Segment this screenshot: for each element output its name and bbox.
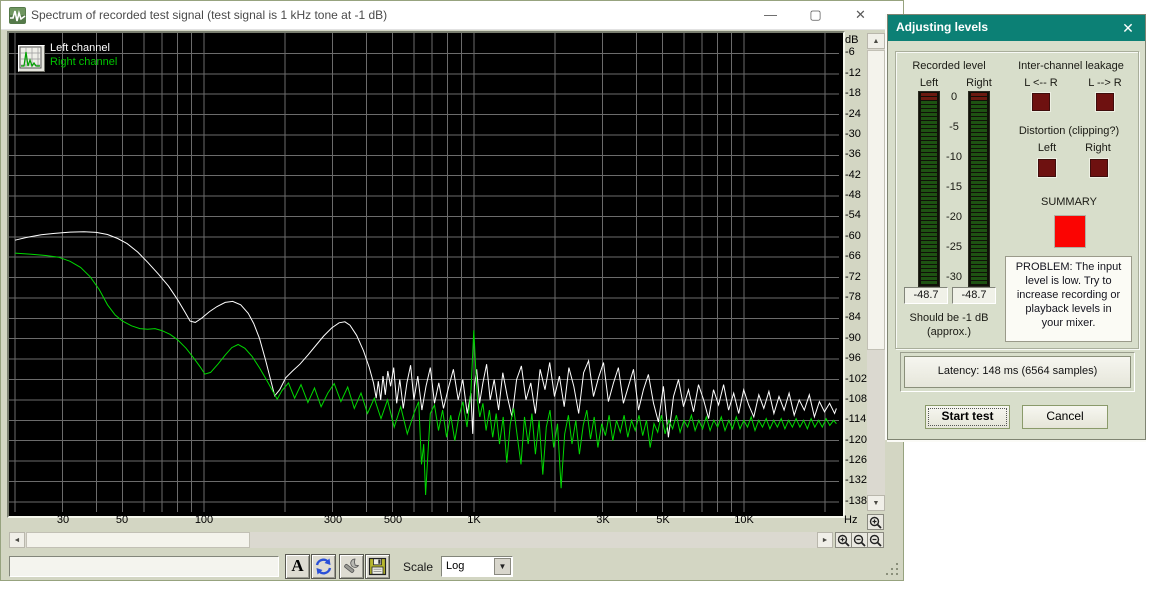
leakage-lr-label: L <-- R [1024,77,1058,89]
resize-grip[interactable] [886,563,900,577]
zoom-out-vertical-button[interactable] [867,532,884,548]
dialog-title: Adjusting levels [896,20,989,34]
scroll-down-button[interactable]: ▼ [867,495,885,511]
minimize-button[interactable]: — [748,1,793,29]
meter-scale: 0 -5 -10 -15 -20 -25 -30 [946,91,962,283]
titlebar[interactable]: Spectrum of recorded test signal (test s… [1,1,903,30]
start-test-button[interactable]: Start test [925,405,1010,429]
adjusting-levels-dialog: Adjusting levels ✕ Recorded level Left R… [887,14,1146,440]
leakage-label: Inter-channel leakage [1018,60,1124,72]
scale-label: Scale [403,560,434,574]
comment-input[interactable] [9,556,279,577]
maximize-button[interactable]: ▢ [793,1,838,29]
scale-dropdown[interactable]: Log ▼ [441,556,513,577]
left-level-value: -48.7 [904,287,948,304]
distortion-left-indicator [1038,159,1056,177]
vertical-scrollbar[interactable]: ▲ ▼ [867,33,885,511]
scroll-up-button[interactable]: ▲ [867,33,885,49]
refresh-button[interactable] [311,554,336,579]
legend-right-channel: Right channel [50,56,118,68]
legend-icon[interactable] [18,45,45,72]
leakage-lr-indicator [1032,93,1050,111]
x-axis-labels: 30 50 100 300 500 1K 3K 5K 10K [56,514,754,526]
right-level-value: -48.7 [952,287,996,304]
close-button[interactable]: ✕ [838,1,883,29]
wrench-button[interactable] [339,554,364,579]
leakage-rl-indicator [1096,93,1114,111]
screen: Spectrum of recorded test signal (test s… [0,0,1152,590]
spectrum-plot [9,33,839,512]
x-axis-unit: Hz [844,514,858,526]
zoom-in-horizontal-button[interactable] [835,532,852,548]
scroll-right-button[interactable]: ► [817,532,833,548]
scale-value: Log [446,560,465,572]
latency-text: Latency: 148 ms (6564 samples) [904,356,1131,388]
leakage-rl-label: L --> R [1088,77,1122,89]
left-level-meter [918,91,940,287]
latency-panel: Latency: 148 ms (6564 samples) [900,352,1135,392]
summary-status-indicator [1054,215,1086,248]
recorded-level-label: Recorded level [912,60,986,72]
chevron-down-icon[interactable]: ▼ [494,558,511,575]
distortion-label: Distortion (clipping?) [1018,125,1120,137]
distortion-right-indicator [1090,159,1108,177]
dialog-titlebar[interactable]: Adjusting levels ✕ [888,15,1145,41]
horizontal-scroll-thumb[interactable] [26,532,250,548]
recorded-right-label: Right [966,77,992,89]
font-button[interactable]: A [285,554,310,579]
save-button[interactable] [365,554,390,579]
scroll-left-button[interactable]: ◄ [9,532,25,548]
should-be-label: Should be -1 dB [909,312,989,324]
zoom-out-horizontal-button[interactable] [851,532,868,548]
vertical-scroll-thumb[interactable] [867,50,885,350]
horizontal-scrollbar[interactable]: ◄ ► [9,532,833,548]
app-icon [9,7,26,24]
problem-message: PROBLEM: The input level is low. Try to in… [1005,256,1132,342]
y-axis-unit: dB [845,34,859,46]
summary-label: SUMMARY [1040,196,1098,208]
cancel-button[interactable]: Cancel [1022,405,1108,429]
window-title: Spectrum of recorded test signal (test s… [31,8,388,22]
zoom-in-vertical-button[interactable] [867,514,884,530]
distortion-right-label: Right [1085,142,1111,154]
legend-left-channel: Left channel [50,42,110,54]
spectrum-window: Spectrum of recorded test signal (test s… [0,0,904,581]
approx-label: (approx.) [926,326,972,338]
dialog-close-button[interactable]: ✕ [1117,18,1139,38]
right-level-meter [968,91,990,287]
